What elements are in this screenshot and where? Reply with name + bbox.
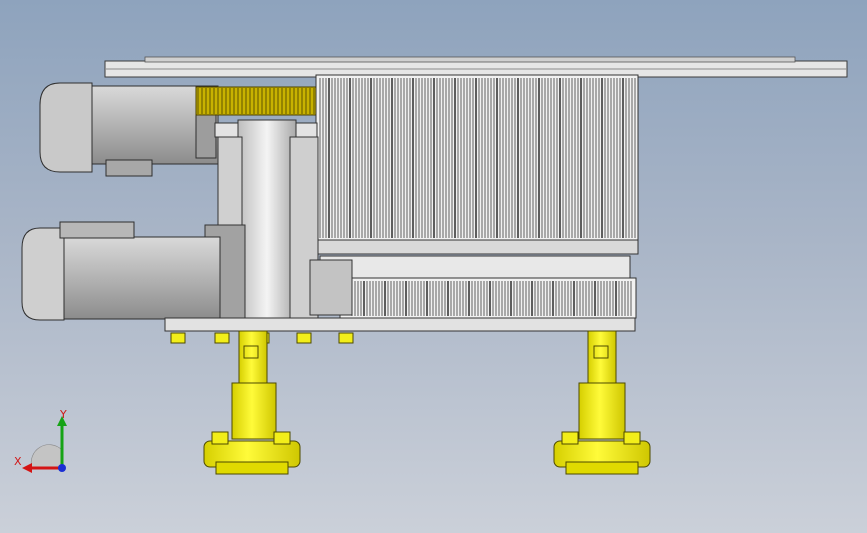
x-axis-label: X xyxy=(14,455,22,468)
ring-gear-lower[interactable] xyxy=(309,255,637,319)
lower-servo-motor[interactable] xyxy=(21,221,221,321)
center-column[interactable] xyxy=(204,119,319,328)
axis-triad: Y X xyxy=(14,408,67,473)
y-axis-label: Y xyxy=(59,408,67,421)
left-support-leg[interactable] xyxy=(203,330,301,475)
right-support-leg[interactable] xyxy=(553,330,651,475)
ring-gear-upper[interactable] xyxy=(315,74,639,255)
triad-plane-icon xyxy=(30,444,63,469)
turntable-assembly-model[interactable] xyxy=(0,0,867,533)
upper-servo-motor[interactable] xyxy=(39,82,219,177)
base-plate[interactable] xyxy=(164,317,636,332)
x-axis-arrowhead-icon xyxy=(22,463,32,473)
cad-3d-viewport[interactable]: Y X xyxy=(0,0,867,533)
top-plate[interactable] xyxy=(104,56,848,78)
z-axis-dot-icon xyxy=(58,464,66,472)
